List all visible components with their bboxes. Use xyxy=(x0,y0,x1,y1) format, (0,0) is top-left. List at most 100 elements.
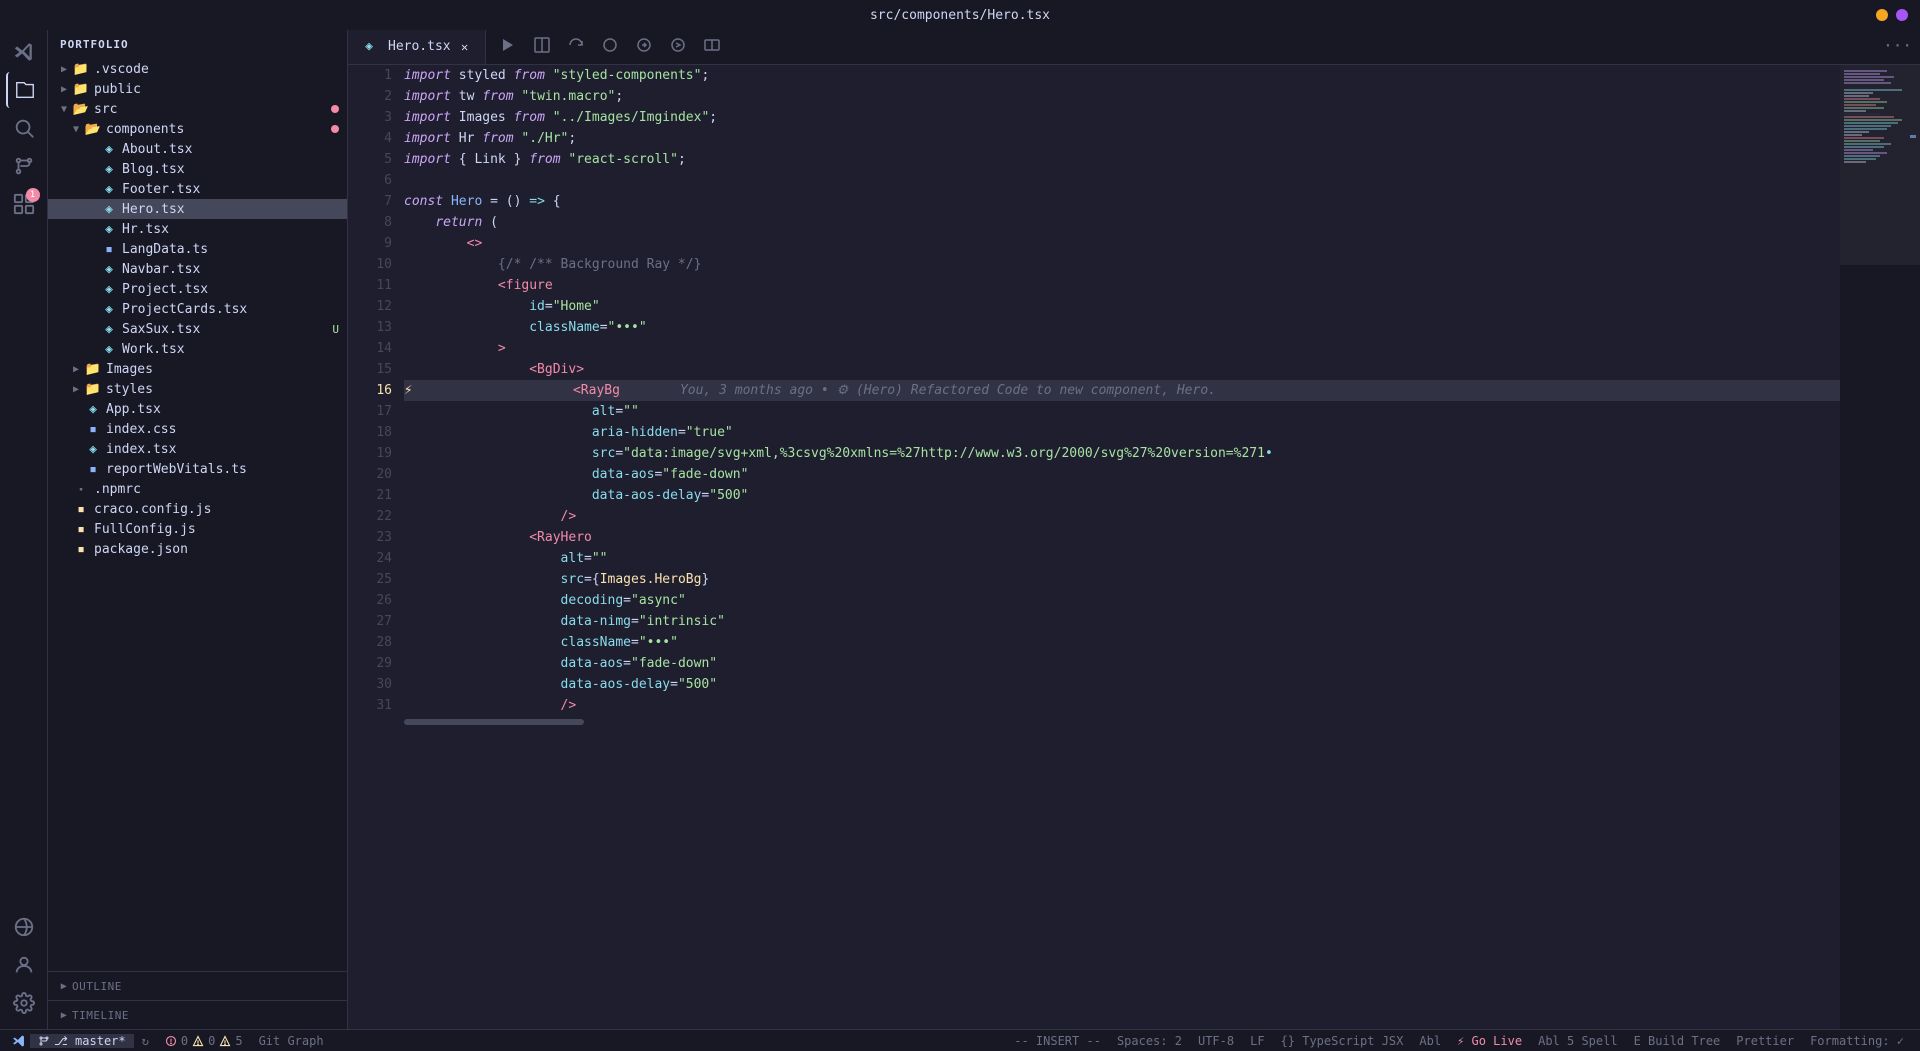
code-line-1: import styled from "styled-components"; xyxy=(404,65,1840,86)
code-line-27: data-nimg="intrinsic" xyxy=(404,611,1840,632)
tree-label-navbar: Navbar.tsx xyxy=(122,262,200,277)
code-line-14: > xyxy=(404,338,1840,359)
maximize-button[interactable] xyxy=(1896,9,1908,21)
tree-label-components: components xyxy=(106,122,184,137)
tree-label-projectcards: ProjectCards.tsx xyxy=(122,302,247,317)
status-insert-mode[interactable]: -- INSERT -- xyxy=(1006,1034,1109,1048)
tree-item-footer[interactable]: ▶ ◈ Footer.tsx xyxy=(48,179,347,199)
status-formatting[interactable]: Formatting: ✓ xyxy=(1802,1034,1912,1048)
tree-item-package[interactable]: ▶ ▪ package.json xyxy=(48,539,347,559)
timeline-header[interactable]: ▶ TIMELINE xyxy=(48,1005,347,1025)
sync-icon: ↻ xyxy=(142,1034,149,1048)
tree-label-work: Work.tsx xyxy=(122,342,185,357)
tree-label-images: Images xyxy=(106,362,153,377)
status-language[interactable]: {} TypeScript JSX xyxy=(1273,1034,1412,1048)
editor-area: ◈ Hero.tsx ✕ xyxy=(348,30,1920,1029)
activity-vscode-icon[interactable] xyxy=(6,34,42,70)
file-tree: ▶ 📁 .vscode ▶ 📁 public ▼ 📂 src ▼ 📂 c xyxy=(48,59,347,971)
sidebar: PORTFOLIO ▶ 📁 .vscode ▶ 📁 public ▼ 📂 src xyxy=(48,30,348,1029)
tree-arrow-src: ▼ xyxy=(56,101,72,117)
tree-item-npmrc[interactable]: ▶ ⬝ .npmrc xyxy=(48,479,347,499)
layout-icon[interactable] xyxy=(528,31,556,59)
horizontal-scrollbar[interactable] xyxy=(404,716,1840,726)
status-sync[interactable]: ↻ xyxy=(134,1034,157,1048)
status-go-live[interactable]: ⚡ Go Live xyxy=(1449,1034,1530,1048)
split-icon[interactable] xyxy=(698,31,726,59)
activity-search-icon[interactable] xyxy=(6,110,42,146)
tree-arrow-vscode: ▶ xyxy=(56,61,72,77)
status-git-branch[interactable]: ⎇ master* xyxy=(30,1034,134,1048)
tree-item-about[interactable]: ▶ ◈ About.tsx xyxy=(48,139,347,159)
tree-item-projectcards[interactable]: ▶ ◈ ProjectCards.tsx xyxy=(48,299,347,319)
code-content[interactable]: import styled from "styled-components"; … xyxy=(400,65,1840,1029)
code-line-17: alt="" xyxy=(404,401,1840,422)
tree-item-blog[interactable]: ▶ ◈ Blog.tsx xyxy=(48,159,347,179)
folder-styles-icon: 📁 xyxy=(84,380,102,398)
activity-extensions-icon[interactable]: 1 xyxy=(6,186,42,222)
refresh-icon[interactable] xyxy=(562,31,590,59)
code-line-25: src={Images.HeroBg} xyxy=(404,569,1840,590)
tree-label-hr: Hr.tsx xyxy=(122,222,169,237)
activity-explorer-icon[interactable] xyxy=(6,72,42,108)
activity-settings-icon[interactable] xyxy=(6,985,42,1021)
run-icon[interactable] xyxy=(494,31,522,59)
tree-item-reportwebvitals[interactable]: ▶ ▪ reportWebVitals.ts xyxy=(48,459,347,479)
tree-item-langdata[interactable]: ▶ ▪ LangData.ts xyxy=(48,239,347,259)
tree-item-vscode[interactable]: ▶ 📁 .vscode xyxy=(48,59,347,79)
code-line-13: className="•••" xyxy=(404,317,1840,338)
tree-item-hr[interactable]: ▶ ◈ Hr.tsx xyxy=(48,219,347,239)
tree-item-saxsux[interactable]: ▶ ◈ SaxSux.tsx U xyxy=(48,319,347,339)
saxsux-u-badge: U xyxy=(332,323,339,336)
activity-git-icon[interactable] xyxy=(6,148,42,184)
file-hero-icon: ◈ xyxy=(100,200,118,218)
activity-remote-icon[interactable] xyxy=(6,909,42,945)
tree-item-craco[interactable]: ▶ ▪ craco.config.js xyxy=(48,499,347,519)
circle-icon[interactable] xyxy=(596,31,624,59)
tree-item-images[interactable]: ▶ 📁 Images xyxy=(48,359,347,379)
activity-accounts-icon[interactable] xyxy=(6,947,42,983)
status-errors[interactable]: 0 0 5 xyxy=(157,1034,251,1048)
arrow-circle-icon[interactable] xyxy=(630,31,658,59)
tree-item-indextsx[interactable]: ▶ ◈ index.tsx xyxy=(48,439,347,459)
prettier-label: Prettier xyxy=(1736,1034,1794,1048)
tree-item-navbar[interactable]: ▶ ◈ Navbar.tsx xyxy=(48,259,347,279)
status-abl[interactable]: Abl xyxy=(1411,1034,1449,1048)
outline-header[interactable]: ▶ OUTLINE xyxy=(48,976,347,996)
tree-label-npmrc: .npmrc xyxy=(94,482,141,497)
tree-item-app[interactable]: ▶ ◈ App.tsx xyxy=(48,399,347,419)
status-spell[interactable]: Abl 5 Spell xyxy=(1530,1034,1625,1048)
status-git-graph[interactable]: Git Graph xyxy=(251,1034,332,1048)
file-project-icon: ◈ xyxy=(100,280,118,298)
folder-public-icon: 📁 xyxy=(72,80,90,98)
status-line-ending[interactable]: LF xyxy=(1242,1034,1272,1048)
status-spaces[interactable]: Spaces: 2 xyxy=(1109,1034,1190,1048)
tree-item-hero[interactable]: ▶ ◈ Hero.tsx xyxy=(48,199,347,219)
tree-item-public[interactable]: ▶ 📁 public xyxy=(48,79,347,99)
tree-label-blog: Blog.tsx xyxy=(122,162,185,177)
tab-hero[interactable]: ◈ Hero.tsx ✕ xyxy=(348,30,486,64)
outline-section: ▶ OUTLINE xyxy=(48,971,347,1000)
tree-item-components[interactable]: ▼ 📂 components xyxy=(48,119,347,139)
tree-item-indexcss[interactable]: ▶ ▪ index.css xyxy=(48,419,347,439)
status-build-tree[interactable]: E Build Tree xyxy=(1626,1034,1729,1048)
code-line-31: /> xyxy=(404,695,1840,716)
code-line-15: <BgDiv> xyxy=(404,359,1840,380)
language-label: {} TypeScript JSX xyxy=(1281,1034,1404,1048)
tree-item-fullconfig[interactable]: ▶ ▪ FullConfig.js xyxy=(48,519,347,539)
file-hr-icon: ◈ xyxy=(100,220,118,238)
tab-hero-close[interactable]: ✕ xyxy=(457,39,473,55)
status-left: ⎇ master* ↻ 0 0 5 Git Graph xyxy=(8,1034,332,1048)
more-options-button[interactable]: ··· xyxy=(1875,36,1920,55)
file-fullconfig-icon: ▪ xyxy=(72,520,90,538)
forward-icon[interactable] xyxy=(664,31,692,59)
tree-item-styles[interactable]: ▶ 📁 styles xyxy=(48,379,347,399)
minimize-button[interactable] xyxy=(1876,9,1888,21)
status-vscode-icon[interactable] xyxy=(8,1034,30,1048)
tree-item-work[interactable]: ▶ ◈ Work.tsx xyxy=(48,339,347,359)
status-encoding[interactable]: UTF-8 xyxy=(1190,1034,1242,1048)
folder-src-icon: 📂 xyxy=(72,100,90,118)
tree-item-project[interactable]: ▶ ◈ Project.tsx xyxy=(48,279,347,299)
line-ending-label: LF xyxy=(1250,1034,1264,1048)
tree-item-src[interactable]: ▼ 📂 src xyxy=(48,99,347,119)
status-prettier[interactable]: Prettier xyxy=(1728,1034,1802,1048)
